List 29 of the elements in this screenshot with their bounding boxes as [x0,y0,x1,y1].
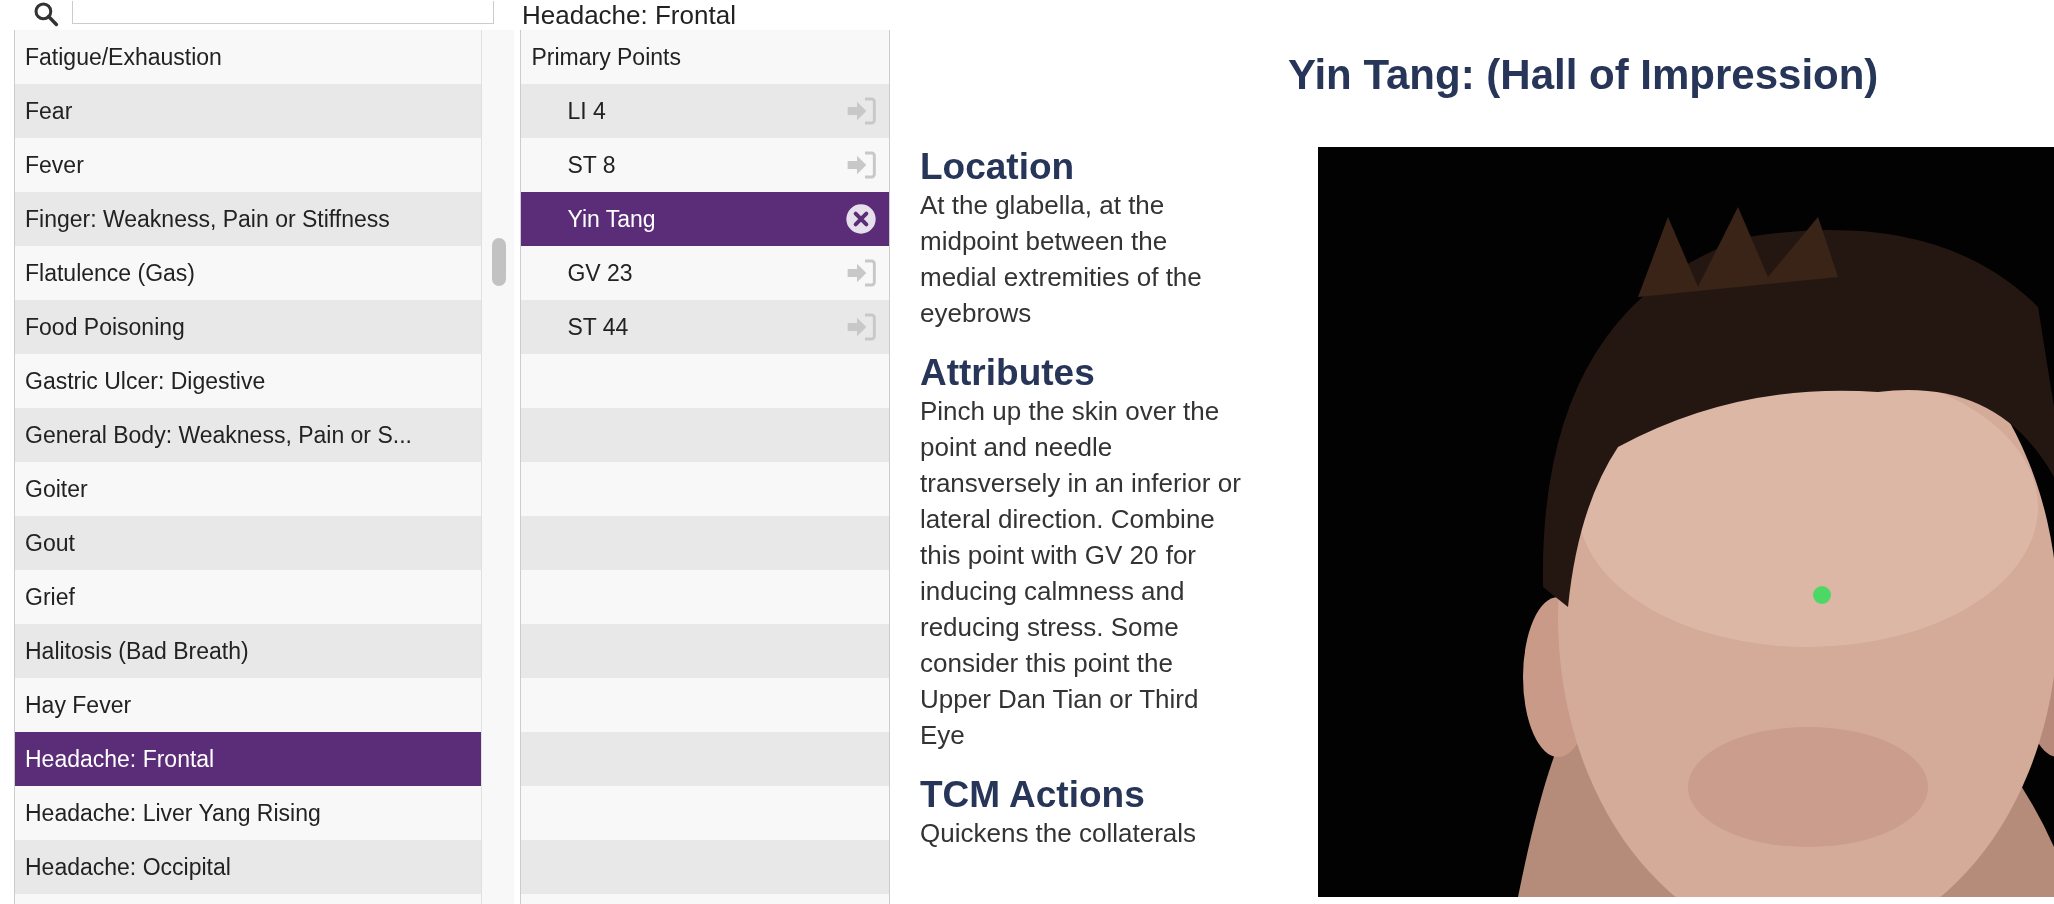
section-text: Pinch up the skin over the point and needle transversely in an inferior or lateral direction. Combine this point with GV 20 for inducing calmness and reducing stress. Some consider this point the Upper Dan Tian or Third Eye [920,395,1242,752]
point-item[interactable]: Yin Tang [521,192,889,246]
section-heading: Location [920,147,1076,187]
condition-item[interactable]: Gout [15,516,482,570]
condition-title: Headache: Frontal [522,1,736,29]
enter-icon[interactable] [845,95,877,127]
scrollbar-thumb[interactable] [492,238,507,286]
condition-item[interactable]: Finger: Weakness, Pain or Stiffness [15,192,482,246]
point-item[interactable]: ST 44 [521,300,889,354]
enter-icon[interactable] [845,311,877,343]
condition-item[interactable]: General Body: Weakness, Pain or S... [15,408,482,462]
condition-item[interactable]: Fear [15,84,482,138]
section-text: At the glabella, at the midpoint between the medial extremities of the eyebrows [920,189,1203,330]
point-item[interactable]: GV 23 [521,246,889,300]
remove-icon[interactable] [845,203,877,235]
section-heading: TCM Actions [920,775,1146,815]
search-field[interactable] [72,1,494,24]
section-heading: Attributes [920,353,1096,393]
enter-icon[interactable] [845,149,877,181]
section-text: Quickens the collaterals [920,817,1198,850]
condition-item[interactable]: Halitosis (Bad Breath) [15,624,482,678]
point-item[interactable]: ST 8 [521,138,889,192]
point-title: Yin Tang: (Hall of Impression) [1287,50,1880,100]
enter-icon[interactable] [845,257,877,289]
point-item[interactable]: LI 4 [521,84,889,138]
points-header: Primary Points [521,30,889,84]
condition-item[interactable]: Food Poisoning [15,300,482,354]
condition-item[interactable]: Headache: Occipital [15,840,482,894]
condition-item[interactable]: Headache: Frontal [15,732,482,786]
